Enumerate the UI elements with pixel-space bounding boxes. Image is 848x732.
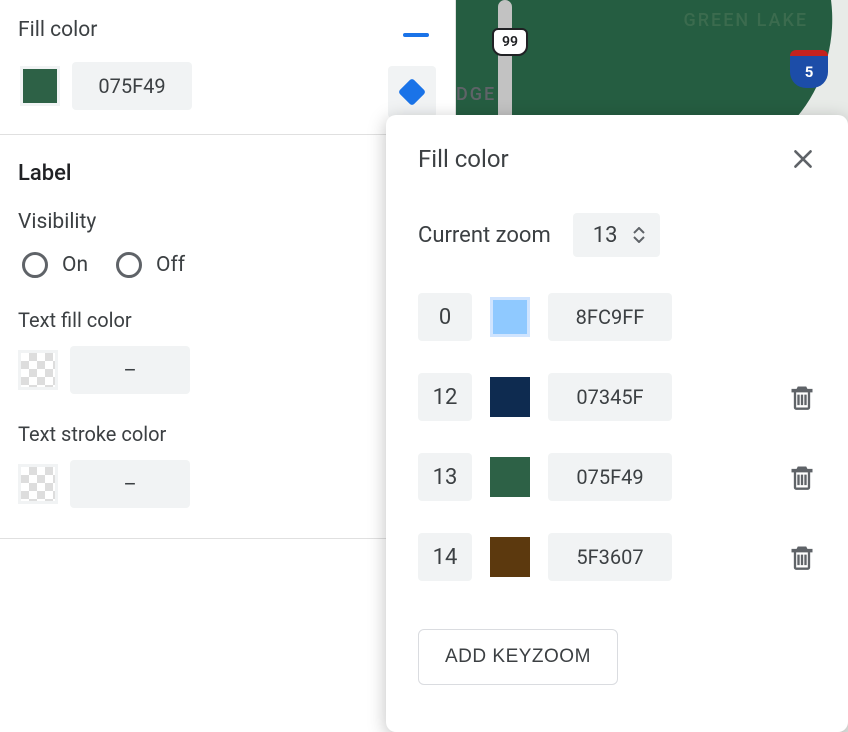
keyzoom-swatch[interactable] <box>490 377 530 417</box>
fill-color-swatch[interactable] <box>20 66 60 106</box>
trash-icon[interactable] <box>788 383 816 411</box>
trash-icon[interactable] <box>788 543 816 571</box>
highway-99-shield: 99 <box>492 28 528 56</box>
fill-color-hex[interactable]: 075F49 <box>72 62 192 110</box>
keyzoom-level[interactable]: 12 <box>418 373 472 421</box>
popup-title: Fill color <box>418 145 509 173</box>
keyzoom-swatch[interactable] <box>490 457 530 497</box>
keyzoom-row: 14 5F3607 <box>418 533 816 581</box>
keyzoom-hex[interactable]: 07345F <box>548 373 672 421</box>
fill-color-popup: Fill color Current zoom 13 0 8FC9FF 12 0734… <box>386 115 848 732</box>
diamond-icon <box>398 78 426 106</box>
current-zoom-label: Current zoom <box>418 223 551 248</box>
text-fill-swatch[interactable] <box>18 350 58 390</box>
visibility-off-radio[interactable]: Off <box>116 252 185 278</box>
current-zoom-value: 13 <box>593 223 618 248</box>
text-stroke-hex[interactable]: – <box>70 460 190 508</box>
collapse-icon[interactable] <box>403 22 437 38</box>
current-zoom-stepper[interactable]: 13 <box>573 213 660 257</box>
visibility-on-label: On <box>62 253 88 277</box>
visibility-off-label: Off <box>156 253 185 277</box>
radio-icon <box>116 252 142 278</box>
visibility-on-radio[interactable]: On <box>22 252 88 278</box>
keyzoom-swatch[interactable] <box>490 537 530 577</box>
keyzoom-hex[interactable]: 5F3607 <box>548 533 672 581</box>
fill-color-heading: Fill color <box>18 18 97 42</box>
text-stroke-swatch[interactable] <box>18 464 58 504</box>
keyzoom-row: 13 075F49 <box>418 453 816 501</box>
keyzoom-level[interactable]: 14 <box>418 533 472 581</box>
keyzoom-row: 12 07345F <box>418 373 816 421</box>
stepper-arrows-icon <box>632 227 646 243</box>
keyzoom-row: 0 8FC9FF <box>418 293 816 341</box>
radio-icon <box>22 252 48 278</box>
keyzoom-diamond-button[interactable] <box>388 66 436 118</box>
keyzoom-hex[interactable]: 8FC9FF <box>548 293 672 341</box>
keyzoom-level[interactable]: 0 <box>418 293 472 341</box>
close-icon[interactable] <box>790 146 816 172</box>
keyzoom-level[interactable]: 13 <box>418 453 472 501</box>
text-fill-hex[interactable]: – <box>70 346 190 394</box>
neighborhood-label: DGE <box>456 84 496 105</box>
add-keyzoom-button[interactable]: ADD KEYZOOM <box>418 629 618 685</box>
green-lake-label: GREEN LAKE <box>683 10 808 31</box>
keyzoom-swatch[interactable] <box>490 297 530 337</box>
keyzoom-hex[interactable]: 075F49 <box>548 453 672 501</box>
trash-icon[interactable] <box>788 463 816 491</box>
interstate-5-shield: 5 <box>790 50 828 88</box>
